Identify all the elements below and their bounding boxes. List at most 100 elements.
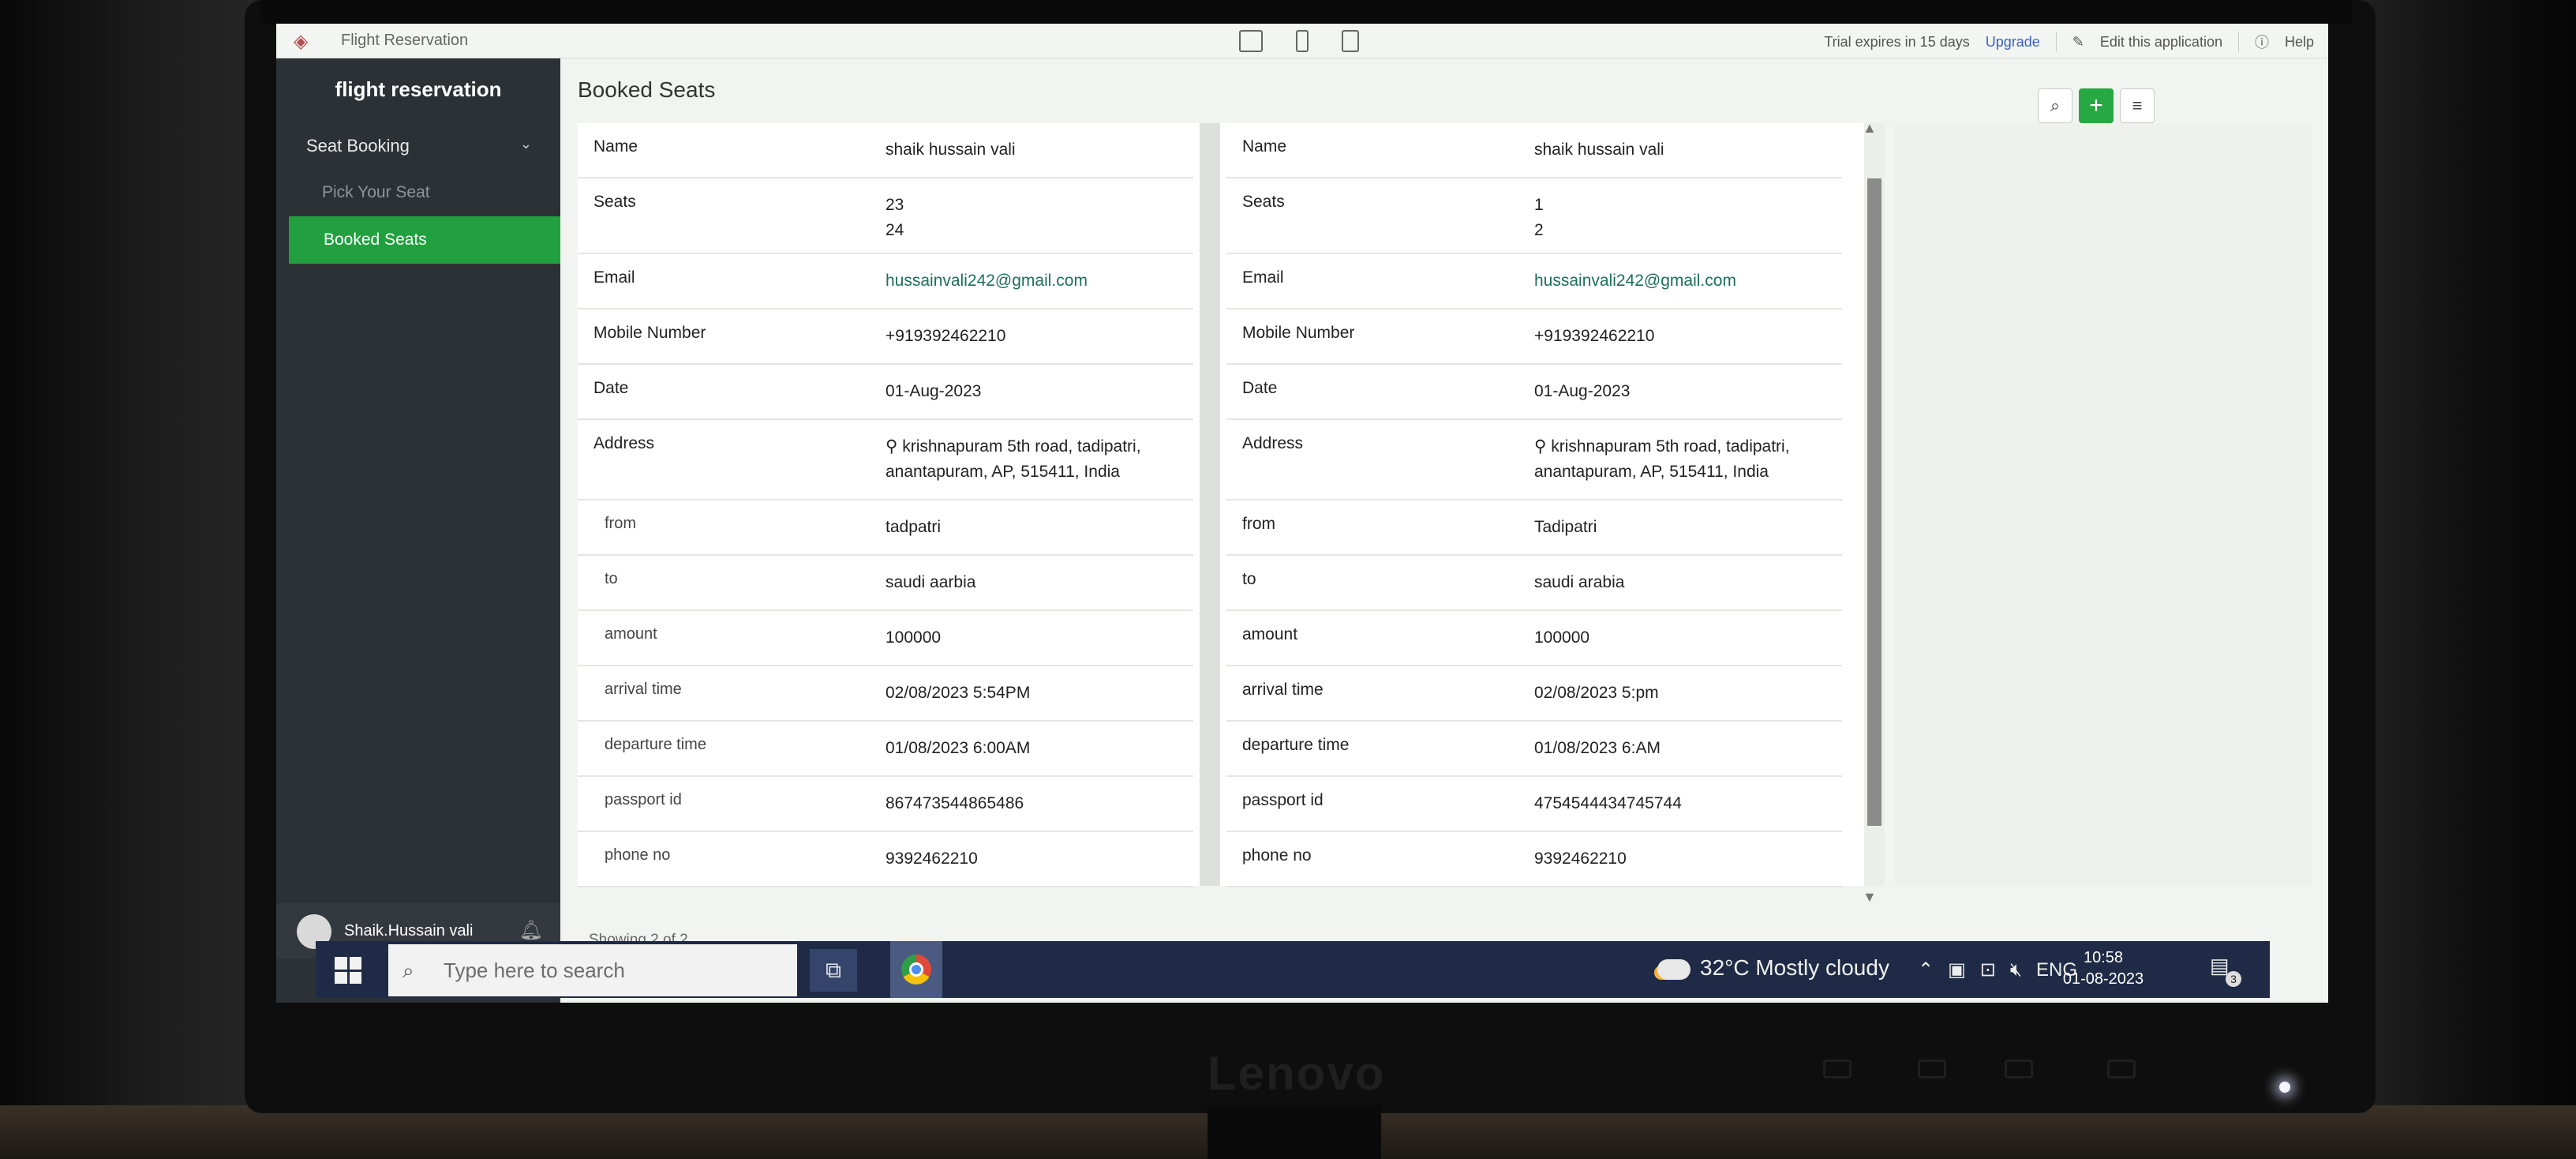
address-value[interactable]: ⚲ krishnapuram 5th road, tadipatri, anant… <box>886 420 1193 499</box>
field-label: amount <box>605 625 657 643</box>
address-line: krishnapuram 5th road, tadipatri, <box>902 437 1141 456</box>
email-link[interactable]: hussainvali242@gmail.com <box>886 254 1193 308</box>
add-record-button[interactable]: + <box>2079 88 2114 123</box>
weather-text: 32°C Mostly cloudy <box>1700 955 1889 980</box>
field-value: 02/08/2023 5:pm <box>1534 684 1659 702</box>
field-value: 01-Aug-2023 <box>1534 382 1631 400</box>
record-row: from Tadipatri <box>1226 501 1842 556</box>
separator <box>2055 32 2057 52</box>
seat-number: 24 <box>886 221 904 239</box>
field-label: phone no <box>1242 846 1312 865</box>
card-divider <box>1200 123 1220 886</box>
records-scrollbar[interactable] <box>1864 123 1885 886</box>
sidebar-item-pick-your-seat[interactable]: Pick Your Seat <box>276 169 560 216</box>
sidebar-item-booked-seats[interactable]: Booked Seats <box>289 216 560 264</box>
scroll-down-icon[interactable]: ▼ <box>1863 889 1877 906</box>
app-title: Flight Reservation <box>341 32 469 49</box>
record-card[interactable]: Name shaik hussain vali Seats 1 2 Email huss… <box>1226 123 1842 887</box>
field-label: Address <box>593 434 655 452</box>
record-row: amount 100000 <box>1226 611 1842 666</box>
search-icon: ⌕ <box>2050 96 2061 115</box>
record-card[interactable]: Name shaik hussain vali Seats 23 24 Email hu… <box>578 123 1193 887</box>
email-link[interactable]: hussainvali242@gmail.com <box>1534 254 1842 308</box>
field-label: arrival time <box>1242 681 1324 699</box>
sidebar-app-name[interactable]: flight reservation <box>276 77 560 102</box>
windows-start-icon[interactable] <box>335 957 361 984</box>
field-value: 4754544434745744 <box>1534 794 1682 812</box>
plus-icon: + <box>2089 92 2103 118</box>
bell-icon[interactable]: 🔔︎ <box>519 919 543 942</box>
record-row: departure time 01/08/2023 6:00AM <box>578 722 1193 777</box>
scrollbar-thumb[interactable] <box>1867 178 1881 826</box>
monitor-menu-button[interactable] <box>1823 1060 1852 1078</box>
field-value: 9392462210 <box>886 850 978 868</box>
monitor-exit-button[interactable] <box>2107 1060 2136 1078</box>
field-label: Seats <box>1242 193 1285 211</box>
record-row: passport id 4754544434745744 <box>1226 777 1842 832</box>
taskbar-clock[interactable]: 10:58 01-08-2023 <box>2052 947 2155 990</box>
field-value: 01/08/2023 6:AM <box>1534 739 1661 757</box>
mobile-preview-icon[interactable] <box>1296 30 1309 52</box>
record-row: Address ⚲ krishnapuram 5th road, tadipatr… <box>578 420 1193 501</box>
field-label: Email <box>1242 268 1284 287</box>
seat-number: 1 <box>1534 196 1544 214</box>
edit-application-link[interactable]: Edit this application <box>2100 34 2222 51</box>
field-value: 02/08/2023 5:54PM <box>886 684 1031 702</box>
help-link[interactable]: Help <box>2285 34 2314 51</box>
record-row: Name shaik hussain vali <box>578 123 1193 178</box>
monitor-top-edge <box>260 0 2352 24</box>
menu-button[interactable]: ≡ <box>2120 88 2155 123</box>
network-icon[interactable]: ⊡ <box>1980 958 1996 981</box>
record-row: Date 01-Aug-2023 <box>578 365 1193 420</box>
monitor-brightness-button[interactable] <box>2005 1060 2033 1078</box>
app-logo-icon[interactable]: ◈ <box>294 30 316 52</box>
app-header: ◈ Flight Reservation Trial expires in 15… <box>276 24 2328 58</box>
volume-muted-icon[interactable]: 🔇︎ <box>2010 959 2022 981</box>
clock-date: 01-08-2023 <box>2062 970 2144 988</box>
record-row: departure time 01/08/2023 6:AM <box>1226 722 1842 777</box>
seat-number: 2 <box>1534 221 1544 239</box>
field-label: Date <box>593 379 629 397</box>
sidebar: flight reservation Seat Booking ⌄ Pick Y… <box>276 58 560 1003</box>
address-value[interactable]: ⚲ krishnapuram 5th road, tadipatri, anant… <box>1534 420 1842 499</box>
search-button[interactable]: ⌕ <box>2038 88 2072 123</box>
field-label: to <box>1242 570 1256 588</box>
tablet-preview-icon[interactable] <box>1342 30 1359 52</box>
desktop-preview-icon[interactable] <box>1239 30 1263 52</box>
field-value: 100000 <box>886 628 942 647</box>
field-label: arrival time <box>605 681 682 698</box>
task-view-icon[interactable]: ⧉ <box>810 949 857 992</box>
map-pin-icon: ⚲ <box>1534 437 1552 456</box>
record-row: Seats 23 24 <box>578 178 1193 254</box>
user-name[interactable]: Shaik.Hussain vali <box>344 922 473 940</box>
notification-icon[interactable]: ▤ 3 <box>2210 954 2241 987</box>
address-line: anantapuram, AP, 515411, India <box>886 463 1120 481</box>
field-value: 9392462210 <box>1534 850 1627 868</box>
record-row: from tadpatri <box>578 501 1193 556</box>
scroll-up-icon[interactable]: ▲ <box>1863 120 1877 137</box>
field-label: Mobile Number <box>1242 324 1355 342</box>
page-title: Booked Seats <box>578 77 716 102</box>
left-wall <box>0 0 260 1159</box>
field-label: Address <box>1242 434 1304 452</box>
field-value: saudi arabia <box>1534 573 1625 591</box>
upgrade-link[interactable]: Upgrade <box>1986 34 2040 51</box>
sidebar-group-seat-booking[interactable]: Seat Booking ⌄ <box>306 136 543 156</box>
header-actions: Trial expires in 15 days Upgrade ✎ Edit … <box>1824 32 2314 52</box>
monitor-input-button[interactable] <box>1918 1060 1946 1078</box>
field-value: 01/08/2023 6:00AM <box>886 739 1031 757</box>
taskbar-search-box[interactable]: ⌕ Type here to search <box>388 944 797 996</box>
field-label: from <box>605 515 636 532</box>
field-value: 100000 <box>1534 628 1590 647</box>
record-row: Mobile Number +919392462210 <box>578 309 1193 365</box>
weather-widget[interactable]: 32°C Mostly cloudy <box>1657 955 1889 981</box>
record-row: Name shaik hussain vali <box>1226 123 1842 178</box>
chevron-down-icon: ⌄ <box>519 136 532 152</box>
record-row: Mobile Number +919392462210 <box>1226 309 1842 365</box>
device-preview-switcher <box>1239 30 1359 52</box>
record-row: phone no 9392462210 <box>578 832 1193 887</box>
monitor-stand <box>1208 1105 1381 1159</box>
chevron-up-icon[interactable]: ⌃ <box>1918 958 1934 981</box>
chrome-taskbar-icon[interactable] <box>890 941 942 998</box>
meet-now-icon[interactable]: ▣ <box>1948 958 1966 981</box>
